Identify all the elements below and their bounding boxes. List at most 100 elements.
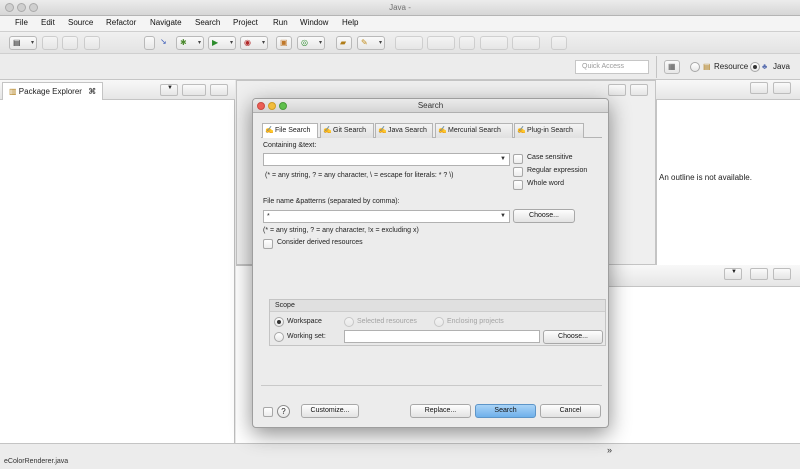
view-menu-button[interactable]: ▼: [160, 84, 178, 96]
open-perspective-icon: ▦: [668, 62, 676, 71]
menu-window[interactable]: Window: [300, 18, 328, 27]
debug-button[interactable]: ✱ ▾: [176, 36, 204, 50]
tab-java-search[interactable]: ✍Java Search: [375, 123, 433, 138]
containing-text-label: Containing &text:: [263, 142, 317, 149]
resource-radio[interactable]: [690, 62, 700, 72]
new-class-button[interactable]: ◎ ▾: [297, 36, 325, 50]
new-icon: ▤: [13, 38, 21, 47]
editor-minimize-button[interactable]: [608, 84, 626, 96]
file-search-icon: ✍: [265, 127, 274, 134]
window-title-bar: Java -: [0, 0, 800, 16]
menu-help[interactable]: Help: [342, 18, 358, 27]
window-title: Java -: [389, 3, 411, 12]
menu-project[interactable]: Project: [233, 18, 258, 27]
divider: [656, 56, 657, 78]
previous-annotation-button[interactable]: [427, 36, 455, 50]
window-close-dot[interactable]: [5, 3, 14, 12]
bug-icon: ✱: [180, 38, 187, 47]
whole-word-checkbox[interactable]: [513, 180, 523, 190]
scope-title: Scope: [275, 302, 295, 309]
tab-plugin-search[interactable]: ✍Plug-in Search: [514, 123, 584, 138]
editor-maximize-button[interactable]: [630, 84, 648, 96]
menu-search[interactable]: Search: [195, 18, 220, 27]
selected-resources-radio[interactable]: [344, 317, 354, 327]
next-annotation-button[interactable]: [395, 36, 423, 50]
perspective-bar: [0, 54, 800, 80]
tab-package-explorer[interactable]: ▥ Package Explorer ⌘: [2, 82, 104, 100]
remember-checkbox[interactable]: [263, 407, 273, 417]
open-perspective-button[interactable]: ▦: [664, 60, 680, 74]
tab-git-search[interactable]: ✍Git Search: [320, 123, 374, 138]
back-button[interactable]: [480, 36, 508, 50]
tab-file-search[interactable]: ✍File Search: [262, 123, 318, 139]
chevron-down-icon: ▾: [261, 40, 265, 46]
main-toolbar: ▤ ▾ ↘ ✱ ▾ ▶ ▾ ◉ ▾ ▣ ◎ ▾ ▰ ✎ ▾: [0, 32, 800, 54]
external-tools-button[interactable]: ◉ ▾: [240, 36, 268, 50]
forward-button[interactable]: [512, 36, 540, 50]
outline-minimize-button[interactable]: [750, 82, 768, 94]
derived-resources-checkbox[interactable]: [263, 239, 273, 249]
run-button[interactable]: ▶ ▾: [208, 36, 236, 50]
customize-button[interactable]: Customize...: [301, 404, 359, 418]
file-patterns-hint: (* = any string, ? = any character, !x =…: [263, 227, 419, 234]
skip-breakpoints-button[interactable]: ↘: [157, 36, 171, 50]
save-button[interactable]: [42, 36, 58, 50]
tab-label: Mercurial Search: [448, 127, 501, 134]
working-set-radio[interactable]: [274, 332, 284, 342]
tab-mercurial-search[interactable]: ✍Mercurial Search: [435, 123, 513, 138]
menu-navigate[interactable]: Navigate: [150, 18, 182, 27]
menu-refactor[interactable]: Refactor: [106, 18, 136, 27]
case-sensitive-checkbox[interactable]: [513, 154, 523, 164]
java-search-icon: ✍: [378, 127, 387, 134]
overflow-chevron-icon[interactable]: »: [607, 445, 612, 455]
regular-expression-checkbox[interactable]: [513, 167, 523, 177]
window-minimize-dot[interactable]: [17, 3, 26, 12]
working-set-choose-button[interactable]: Choose...: [543, 330, 603, 344]
new-button[interactable]: ▤ ▾: [9, 36, 37, 50]
file-patterns-value: *: [267, 213, 270, 220]
dialog-minimize-button[interactable]: [268, 102, 276, 110]
pin-button[interactable]: [551, 36, 567, 50]
tab-label: Java Search: [388, 127, 427, 134]
toggle-button[interactable]: [144, 36, 155, 50]
workspace-radio[interactable]: [274, 317, 284, 327]
print-button[interactable]: [84, 36, 100, 50]
save-all-button[interactable]: [62, 36, 78, 50]
patterns-choose-button[interactable]: Choose...: [513, 209, 575, 223]
chevron-down-icon: ▾: [197, 40, 201, 46]
menu-file[interactable]: File: [15, 18, 28, 27]
close-icon[interactable]: ⌘: [88, 87, 96, 96]
file-patterns-combo[interactable]: * ▼: [263, 210, 510, 223]
pencil-icon: ✎: [361, 38, 368, 47]
menu-run[interactable]: Run: [273, 18, 288, 27]
menu-edit[interactable]: Edit: [41, 18, 55, 27]
search-tool-button[interactable]: ✎ ▾: [357, 36, 385, 50]
last-edit-button[interactable]: [459, 36, 475, 50]
containing-text-combo[interactable]: ▼: [263, 153, 510, 166]
cancel-button[interactable]: Cancel: [540, 404, 601, 418]
search-button[interactable]: Search: [475, 404, 536, 418]
whole-word-label: Whole word: [527, 180, 564, 187]
outline-maximize-button[interactable]: [773, 82, 791, 94]
lower-maximize-button[interactable]: [773, 268, 791, 280]
help-icon[interactable]: ?: [277, 405, 290, 418]
quick-access-input[interactable]: Quick Access: [575, 60, 649, 74]
open-type-button[interactable]: ▰: [336, 36, 352, 50]
enclosing-projects-radio[interactable]: [434, 317, 444, 327]
java-radio[interactable]: [750, 62, 760, 72]
window-zoom-dot[interactable]: [29, 3, 38, 12]
lower-minimize-button[interactable]: [750, 268, 768, 280]
case-sensitive-label: Case sensitive: [527, 154, 573, 161]
replace-button[interactable]: Replace...: [410, 404, 471, 418]
maximize-view-button[interactable]: [210, 84, 228, 96]
minimize-maximize-button[interactable]: [182, 84, 206, 96]
chevron-down-icon: ▾: [30, 40, 34, 46]
dialog-zoom-button[interactable]: [279, 102, 287, 110]
working-set-field[interactable]: [344, 330, 540, 343]
menu-source[interactable]: Source: [68, 18, 93, 27]
lower-view-menu-button[interactable]: ▼: [724, 268, 742, 280]
chevron-down-icon: ▼: [500, 156, 506, 162]
new-package-button[interactable]: ▣: [276, 36, 292, 50]
scope-header: Scope: [270, 300, 605, 312]
dialog-close-button[interactable]: [257, 102, 265, 110]
